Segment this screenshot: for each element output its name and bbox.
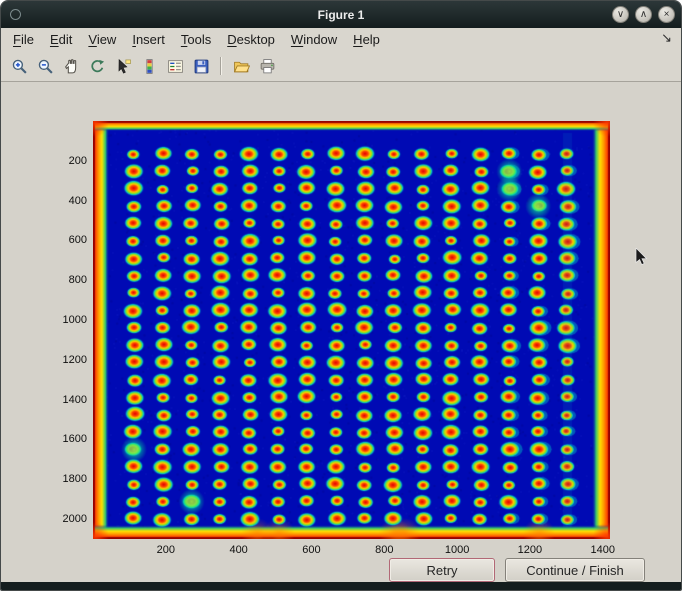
rotate-3d-icon — [89, 58, 106, 75]
toolbar — [1, 51, 681, 82]
colorbar-icon — [141, 58, 158, 75]
zoom-in-icon — [11, 58, 28, 75]
window-menu-icon[interactable] — [10, 9, 21, 20]
figure-window: Figure 1 ∨ ∧ × FileEditViewInsertToolsDe… — [0, 0, 682, 591]
zoom-in-button[interactable] — [7, 54, 31, 78]
shade-button[interactable]: ∨ — [612, 6, 629, 23]
menu-file[interactable]: File — [5, 30, 42, 49]
window-bottom-border — [1, 582, 681, 590]
x-tick-label: 1200 — [518, 544, 542, 556]
maximize-button[interactable]: ∧ — [635, 6, 652, 23]
y-tick-label: 2000 — [63, 513, 87, 525]
menu-tools[interactable]: Tools — [173, 30, 219, 49]
heatmap-image[interactable] — [93, 121, 610, 539]
pan-icon — [63, 58, 80, 75]
y-tick-label: 1800 — [63, 473, 87, 485]
menu-view[interactable]: View — [80, 30, 124, 49]
continue-finish-button[interactable]: Continue / Finish — [505, 558, 645, 582]
save-icon — [193, 58, 210, 75]
x-tick-label: 600 — [302, 544, 320, 556]
close-button[interactable]: × — [658, 6, 675, 23]
pan-button[interactable] — [59, 54, 83, 78]
mouse-cursor — [635, 248, 649, 268]
menu-insert[interactable]: Insert — [124, 30, 173, 49]
data-cursor-button[interactable] — [111, 54, 135, 78]
retry-button[interactable]: Retry — [389, 558, 495, 582]
legend-button[interactable] — [163, 54, 187, 78]
window-title: Figure 1 — [318, 8, 365, 22]
x-tick-label: 1400 — [590, 544, 614, 556]
toolbar-separator — [220, 57, 222, 75]
dock-icon[interactable]: ↘ — [661, 30, 672, 46]
print-icon — [259, 58, 276, 75]
y-tick-label: 1200 — [63, 354, 87, 366]
menu-items: FileEditViewInsertToolsDesktopWindowHelp — [5, 30, 388, 49]
rotate-3d-button[interactable] — [85, 54, 109, 78]
colorbar-button[interactable] — [137, 54, 161, 78]
zoom-out-button[interactable] — [33, 54, 57, 78]
window-controls: ∨ ∧ × — [612, 6, 675, 23]
menu-desktop[interactable]: Desktop — [219, 30, 283, 49]
y-tick-label: 800 — [69, 274, 87, 286]
y-tick-label: 600 — [69, 234, 87, 246]
x-tick-label: 1000 — [445, 544, 469, 556]
legend-icon — [167, 58, 184, 75]
menubar: FileEditViewInsertToolsDesktopWindowHelp… — [1, 28, 681, 51]
menu-window[interactable]: Window — [283, 30, 345, 49]
titlebar[interactable]: Figure 1 ∨ ∧ × — [1, 1, 681, 28]
x-tick-label: 400 — [229, 544, 247, 556]
menu-help[interactable]: Help — [345, 30, 388, 49]
open-folder-icon — [233, 58, 250, 75]
figure-canvas-area: 200 400 600 800 1000 1200 1400 1600 1800 2000 200… — [1, 82, 681, 584]
y-tick-label: 1400 — [63, 394, 87, 406]
x-tick-label: 200 — [157, 544, 175, 556]
save-button[interactable] — [189, 54, 213, 78]
menu-edit[interactable]: Edit — [42, 30, 80, 49]
y-tick-label: 1000 — [63, 314, 87, 326]
data-cursor-icon — [115, 58, 132, 75]
x-tick-label: 800 — [375, 544, 393, 556]
y-tick-label: 200 — [69, 155, 87, 167]
open-folder-button[interactable] — [229, 54, 253, 78]
y-tick-label: 400 — [69, 195, 87, 207]
print-button[interactable] — [255, 54, 279, 78]
zoom-out-icon — [37, 58, 54, 75]
y-tick-label: 1600 — [63, 433, 87, 445]
